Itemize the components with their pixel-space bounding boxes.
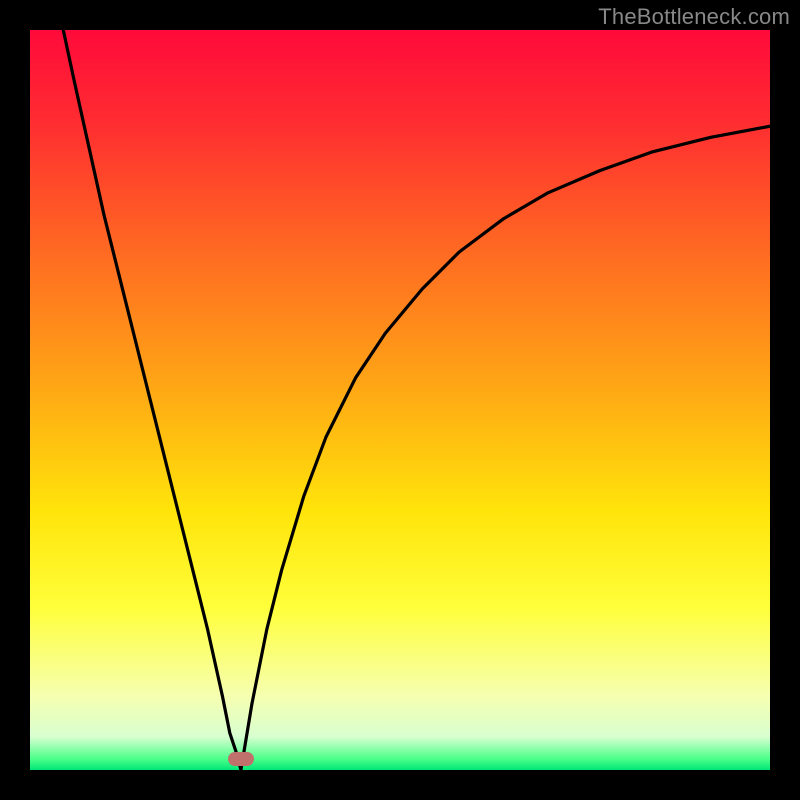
- gradient-background: [30, 30, 770, 770]
- plot-area: [30, 30, 770, 770]
- minimum-marker: [228, 752, 254, 766]
- chart-svg: [30, 30, 770, 770]
- watermark-text: TheBottleneck.com: [598, 4, 790, 30]
- chart-frame: TheBottleneck.com: [0, 0, 800, 800]
